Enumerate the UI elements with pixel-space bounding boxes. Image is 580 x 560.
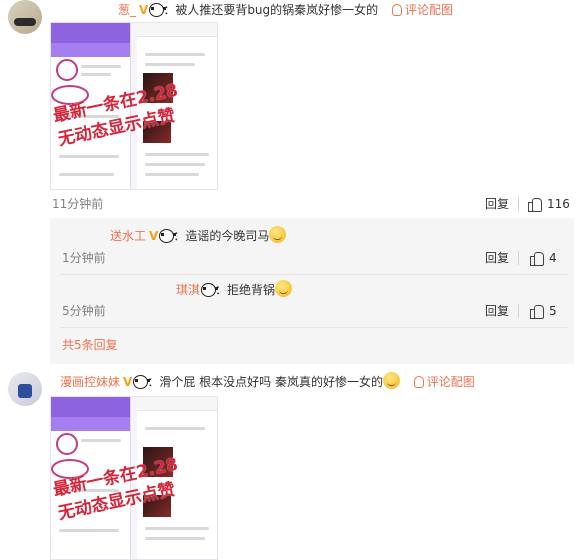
panda-emoji-icon [158, 228, 177, 243]
timestamp: 1分钟前 [62, 251, 106, 265]
vip-badge-icon: V [149, 229, 159, 243]
divider [60, 327, 568, 328]
thumb-up-icon [528, 197, 542, 212]
image-icon [413, 376, 424, 388]
reply-item: 送水工 V ：造谣的今晚司马 [62, 226, 287, 246]
panda-emoji-icon [200, 282, 219, 297]
like-button[interactable]: 5 [530, 301, 557, 321]
username[interactable]: 琪淇 [176, 283, 200, 297]
username[interactable]: 漫画控妹妹 [60, 375, 120, 389]
more-replies-link[interactable]: 共5条回复 [62, 336, 118, 353]
reply-item: 琪淇 ：拒绝背锅 [62, 280, 293, 300]
reply-button[interactable]: 回复 [485, 248, 509, 268]
comment-header: 葱_ V ：被人推还要背bug的锅秦岚好惨一女的 评论配图 [118, 0, 453, 20]
timestamp: 11分钟前 [52, 197, 104, 211]
like-count: 116 [547, 197, 570, 211]
comment-text: ：滑个屁 根本没点好吗 秦岚真的好惨一女的 [147, 375, 383, 389]
smile-emoji-icon [269, 226, 287, 243]
like-count: 4 [549, 251, 557, 265]
thumb-up-icon [530, 251, 544, 266]
divider [60, 274, 568, 275]
comment-image[interactable]: 最新一条在2.28 无动态显示点赞 [50, 396, 218, 560]
panda-emoji-icon [132, 374, 151, 389]
smile-emoji-icon [382, 372, 400, 389]
divider [518, 304, 519, 318]
username[interactable]: 送水工 [110, 229, 146, 243]
vip-badge-icon: V [123, 375, 133, 389]
like-count: 5 [549, 304, 557, 318]
comment-image-link[interactable]: 评论配图 [391, 3, 453, 17]
reply-button[interactable]: 回复 [485, 301, 509, 321]
avatar[interactable] [8, 372, 42, 406]
avatar[interactable] [8, 0, 42, 34]
like-button[interactable]: 116 [528, 194, 570, 214]
comment-image-link[interactable]: 评论配图 [413, 375, 475, 389]
smile-emoji-icon [275, 280, 293, 297]
vip-badge-icon: V [139, 3, 149, 17]
username[interactable]: 葱_ [118, 3, 136, 17]
reply-text: ：造谣的今晚司马 [173, 229, 270, 243]
comment-text: ：被人推还要背bug的锅秦岚好惨一女的 [163, 3, 379, 17]
panda-emoji-icon [148, 2, 167, 17]
reply-button[interactable]: 回复 [485, 194, 509, 214]
divider [518, 251, 519, 265]
image-icon [391, 4, 402, 16]
comment-image[interactable]: 最新一条在2.28 无动态显示点赞 [50, 22, 218, 190]
timestamp: 5分钟前 [62, 304, 106, 318]
reply-text: ：拒绝背锅 [215, 283, 276, 297]
comment-header: 漫画控妹妹 V ：滑个屁 根本没点好吗 秦岚真的好惨一女的 评论配图 [60, 372, 475, 392]
divider [518, 197, 519, 211]
like-button[interactable]: 4 [530, 248, 557, 268]
thumb-up-icon [530, 304, 544, 319]
